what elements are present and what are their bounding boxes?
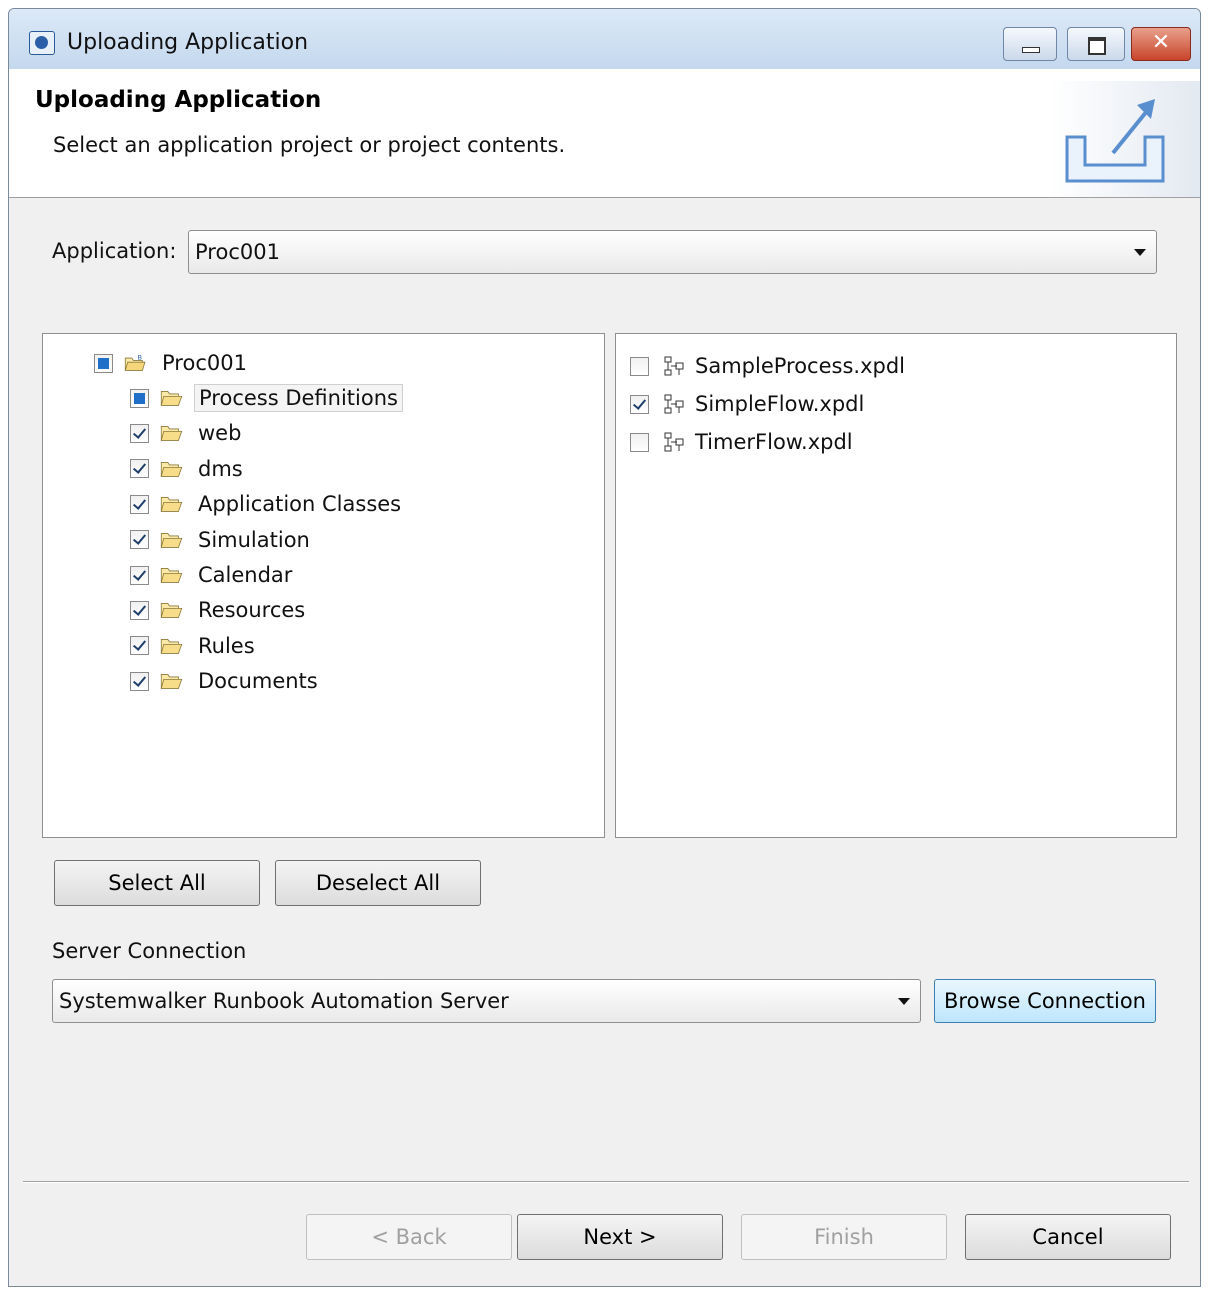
file-label: SampleProcess.xpdl (695, 354, 905, 378)
tree-item[interactable]: Calendar (130, 559, 296, 591)
chevron-down-icon[interactable] (1134, 249, 1146, 256)
project-tree-panel[interactable]: B Proc001 Process Definitions web dms Appli… (42, 333, 605, 838)
tree-item-checkbox[interactable] (130, 636, 149, 656)
application-select-value: Proc001 (195, 240, 280, 264)
minimize-button[interactable] (1003, 27, 1057, 61)
folder-icon (160, 674, 183, 689)
folder-icon (160, 532, 183, 548)
application-icon (29, 31, 55, 55)
tree-item-checkbox[interactable] (130, 388, 149, 408)
tree-root-row[interactable]: B Proc001 (94, 347, 251, 379)
folder-icon (160, 638, 183, 654)
header-title: Uploading Application (35, 87, 322, 113)
file-list-item[interactable]: TimerFlow.xpdl (630, 426, 857, 458)
project-folder-icon: B (124, 354, 146, 371)
select-all-button[interactable]: Select All (54, 860, 260, 906)
header-description: Select an application project or project… (53, 133, 566, 157)
tree-item[interactable]: Rules (130, 630, 259, 662)
close-button[interactable]: ✕ (1131, 27, 1191, 61)
tree-item-label: Process Definitions (194, 384, 403, 412)
tree-item-label: Calendar (198, 563, 293, 587)
tree-item[interactable]: Resources (130, 594, 309, 626)
tree-item-label: Rules (198, 633, 255, 658)
tree-item[interactable]: Application Classes (130, 488, 405, 520)
chevron-down-icon[interactable] (898, 998, 910, 1005)
folder-icon (160, 426, 183, 442)
process-flow-icon (664, 394, 684, 414)
maximize-button[interactable] (1067, 27, 1125, 61)
tree-item-checkbox[interactable] (130, 600, 149, 620)
title-bar[interactable]: Uploading Application ✕ (9, 9, 1200, 69)
wizard-header: Uploading Application Select an applicat… (9, 69, 1200, 198)
server-connection-label: Server Connection (52, 939, 247, 963)
folder-icon (160, 391, 183, 406)
file-checkbox[interactable] (630, 432, 649, 452)
file-label: SimpleFlow.xpdl (695, 392, 865, 416)
server-connection-select[interactable]: Systemwalker Runbook Automation Server (52, 979, 921, 1023)
tree-item-label: web (198, 421, 242, 446)
tree-item-checkbox[interactable] (130, 494, 149, 514)
file-label: TimerFlow.xpdl (695, 430, 853, 454)
application-label: Application: (52, 239, 177, 263)
application-select[interactable]: Proc001 (188, 230, 1157, 274)
server-connection-value: Systemwalker Runbook Automation Server (59, 989, 509, 1013)
folder-icon (160, 603, 183, 619)
file-list-item[interactable]: SimpleFlow.xpdl (630, 388, 868, 420)
browse-connection-button[interactable]: Browse Connection (934, 979, 1156, 1023)
tree-item[interactable]: Documents (130, 665, 322, 697)
tree-item[interactable]: web (130, 417, 245, 449)
footer-separator (23, 1181, 1189, 1183)
deselect-all-button[interactable]: Deselect All (275, 860, 481, 906)
tree-item-checkbox[interactable] (130, 565, 149, 585)
tree-item-label: Documents (198, 669, 318, 694)
file-list-panel[interactable]: SampleProcess.xpdl SimpleFlow.xpdl TimerFl… (615, 333, 1177, 838)
back-button[interactable]: < Back (306, 1214, 512, 1260)
tree-item-label: Simulation (198, 527, 310, 552)
finish-button[interactable]: Finish (741, 1214, 947, 1260)
dialog-window: Uploading Application ✕ Uploading Applic… (8, 8, 1201, 1287)
window-title: Uploading Application (67, 30, 309, 55)
folder-icon (160, 568, 183, 583)
file-checkbox[interactable] (630, 356, 649, 376)
tree-item[interactable]: Process Definitions (130, 382, 403, 414)
tree-root-label: Proc001 (162, 351, 247, 375)
file-checkbox[interactable] (630, 394, 649, 414)
file-list-item[interactable]: SampleProcess.xpdl (630, 350, 909, 382)
svg-text:B: B (138, 354, 143, 362)
tree-item-label: Resources (198, 598, 306, 623)
process-flow-icon (664, 432, 684, 452)
folder-icon (160, 497, 183, 512)
tree-root-checkbox[interactable] (94, 353, 113, 373)
tree-item[interactable]: dms (130, 453, 247, 485)
cancel-button[interactable]: Cancel (965, 1214, 1171, 1260)
upload-banner-icon (1049, 81, 1200, 197)
tree-item-checkbox[interactable] (130, 671, 149, 691)
tree-item-checkbox[interactable] (130, 423, 149, 443)
tree-item-label: Application Classes (198, 492, 402, 517)
tree-item[interactable]: Simulation (130, 524, 314, 556)
folder-icon (160, 461, 183, 477)
next-button[interactable]: Next > (517, 1214, 723, 1260)
tree-item-checkbox[interactable] (130, 459, 149, 479)
tree-item-label: dms (198, 456, 243, 481)
process-flow-icon (664, 356, 684, 376)
tree-item-checkbox[interactable] (130, 530, 149, 550)
